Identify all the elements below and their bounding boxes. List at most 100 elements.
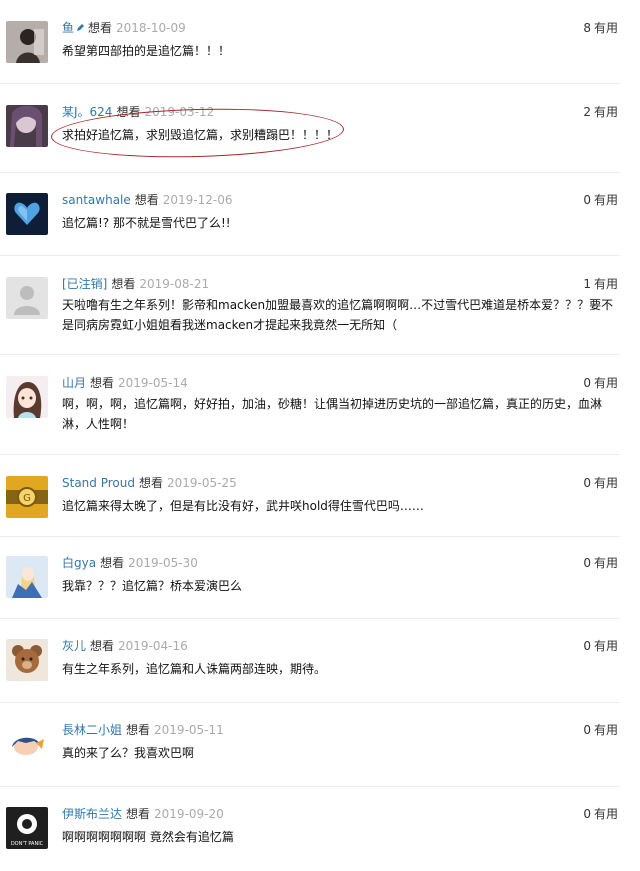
comment-text: 啊，啊，啊，追忆篇啊，好好拍，加油，砂糖！让偶当初掉进历史坑的一部追忆篇，真正的… xyxy=(62,397,603,431)
useful-vote-button[interactable]: 有用 xyxy=(594,376,618,390)
useful-votes: 0 有用 xyxy=(583,723,618,737)
comment-time: 2019-05-11 xyxy=(154,723,224,737)
divider xyxy=(0,354,620,355)
rating-status: 想看 xyxy=(126,807,151,821)
comment-text: 希望第四部拍的是追忆篇！！！ xyxy=(62,44,231,58)
useful-vote-button[interactable]: 有用 xyxy=(594,105,618,119)
comment-item: santawhale 想看 2019-12-06 0 有用 追忆篇!? 那不就是雪代巴… xyxy=(0,193,640,255)
divider xyxy=(0,786,620,787)
username-link[interactable]: 白gya xyxy=(62,556,96,570)
username-link[interactable]: Stand Proud xyxy=(62,476,135,490)
divider xyxy=(0,454,620,455)
useful-vote-button[interactable]: 有用 xyxy=(594,476,618,490)
vote-count: 0 xyxy=(583,376,591,390)
comment-time: 2018-10-09 xyxy=(116,21,186,35)
comment-meta: 某J。624 想看 2019-03-12 xyxy=(62,105,214,119)
comment-item: 鱼想看 2018-10-09 8 有用 希望第四部拍的是追忆篇！！！ xyxy=(0,21,640,83)
avatar[interactable] xyxy=(6,21,48,63)
useful-vote-button[interactable]: 有用 xyxy=(594,807,618,821)
divider xyxy=(0,255,620,256)
avatar[interactable]: G xyxy=(6,476,48,518)
comment-item: 白gya 想看 2019-05-30 0 有用 我靠？？？追忆篇？桥本爱演巴么 xyxy=(0,556,640,618)
useful-votes: 1 有用 xyxy=(583,277,618,291)
username-link[interactable]: 長林二小姐 xyxy=(62,723,122,737)
rating-status: 想看 xyxy=(90,639,115,653)
useful-vote-button[interactable]: 有用 xyxy=(594,639,618,653)
comment-meta: 長林二小姐 想看 2019-05-11 xyxy=(62,723,224,737)
comment-time: 2019-03-12 xyxy=(144,105,215,119)
divider xyxy=(0,83,620,84)
rating-status: 想看 xyxy=(111,277,136,291)
avatar[interactable]: DON'T PANIC xyxy=(6,807,48,849)
useful-vote-button[interactable]: 有用 xyxy=(594,723,618,737)
useful-vote-button[interactable]: 有用 xyxy=(594,21,618,35)
vote-count: 8 xyxy=(583,21,591,35)
comment-time: 2019-05-30 xyxy=(128,556,198,570)
comment-list: 鱼想看 2018-10-09 8 有用 希望第四部拍的是追忆篇！！！ 某J。624 想… xyxy=(0,0,640,871)
comment-text: 我靠？？？追忆篇？桥本爱演巴么 xyxy=(62,579,243,593)
rating-status: 想看 xyxy=(126,723,151,737)
useful-votes: 0 有用 xyxy=(583,556,618,570)
avatar[interactable] xyxy=(6,277,48,319)
comment-meta: 山月 想看 2019-05-14 xyxy=(62,376,188,390)
avatar[interactable] xyxy=(6,639,48,681)
divider xyxy=(0,618,620,619)
comment-meta: 灰儿 想看 2019-04-16 xyxy=(62,639,188,653)
username-link[interactable]: 伊斯布兰达 xyxy=(62,807,122,821)
vote-count: 0 xyxy=(583,723,591,737)
comment-time: 2019-05-25 xyxy=(167,476,237,490)
rating-status: 想看 xyxy=(88,21,113,35)
rating-status: 想看 xyxy=(90,376,115,390)
avatar-caption: DON'T PANIC xyxy=(11,841,44,847)
comment-time: 2019-08-21 xyxy=(139,277,210,291)
useful-vote-button[interactable]: 有用 xyxy=(594,277,618,291)
username-link[interactable]: 某J。624 xyxy=(62,105,112,119)
comment-item: 山月 想看 2019-05-14 0 有用 啊，啊，啊，追忆篇啊，好好拍，加油，砂糖！… xyxy=(0,376,640,458)
avatar[interactable] xyxy=(6,105,48,147)
divider xyxy=(0,172,620,173)
comment-text: 天啦噜有生之年系列！影帝和macken加盟最喜欢的追忆篇啊啊啊…不过雪代巴难道是… xyxy=(62,298,614,332)
comment-text: 追忆篇来得太晚了，但是有比没有好，武井咲hold得住雪代巴吗…… xyxy=(62,499,424,513)
rating-status: 想看 xyxy=(138,476,163,490)
rating-status: 想看 xyxy=(116,105,141,119)
comment-meta: santawhale 想看 2019-12-06 xyxy=(62,193,233,207)
comment-text: 追忆篇!? 那不就是雪代巴了么!! xyxy=(62,216,231,230)
useful-votes: 0 有用 xyxy=(583,476,618,490)
comment-item: 長林二小姐 想看 2019-05-11 0 有用 真的来了么？我喜欢巴啊 xyxy=(0,723,640,785)
useful-vote-button[interactable]: 有用 xyxy=(594,556,618,570)
comment-text: 啊啊啊啊啊啊啊 竟然会有追忆篇 xyxy=(62,830,234,844)
avatar[interactable] xyxy=(6,376,48,418)
comment-time: 2019-05-14 xyxy=(118,376,188,390)
comment-meta: Stand Proud 想看 2019-05-25 xyxy=(62,476,237,490)
vote-count: 1 xyxy=(583,277,591,291)
comment-text: 求拍好追忆篇，求别毁追忆篇，求别糟蹋巴！！！！ xyxy=(62,128,339,142)
vote-count: 2 xyxy=(583,105,591,119)
comment-meta: 伊斯布兰达 想看 2019-09-20 xyxy=(62,807,224,821)
useful-vote-button[interactable]: 有用 xyxy=(594,193,618,207)
comment-meta: 鱼想看 2018-10-09 xyxy=(62,21,186,35)
comment-item: 灰儿 想看 2019-04-16 0 有用 有生之年系列，追忆篇和人诛篇两部连映，期待… xyxy=(0,639,640,701)
username-link[interactable]: 山月 xyxy=(62,376,86,390)
comment-item: G Stand Proud 想看 2019-05-25 0 有用 追忆篇来得太晚了，但… xyxy=(0,476,640,538)
useful-votes: 0 有用 xyxy=(583,639,618,653)
username-link[interactable]: 灰儿 xyxy=(62,639,86,653)
divider xyxy=(0,536,620,537)
avatar[interactable] xyxy=(6,556,48,598)
avatar[interactable] xyxy=(6,193,48,235)
comment-item: 某J。624 想看 2019-03-12 2 有用 求拍好追忆篇，求别毁追忆篇，求别糟… xyxy=(0,105,640,167)
comment-time: 2019-12-06 xyxy=(162,193,233,207)
vote-count: 0 xyxy=(583,556,591,570)
username-link[interactable]: 鱼 xyxy=(62,21,74,35)
vote-count: 0 xyxy=(583,639,591,653)
rating-status: 想看 xyxy=(100,556,125,570)
comment-text: 真的来了么？我喜欢巴啊 xyxy=(62,746,195,760)
comment-meta: [已注销] 想看 2019-08-21 xyxy=(62,277,209,291)
comment-text: 有生之年系列，追忆篇和人诛篇两部连映，期待。 xyxy=(62,662,327,676)
useful-votes: 2 有用 xyxy=(583,105,618,119)
username-link[interactable]: santawhale xyxy=(62,193,131,207)
username-link[interactable]: [已注销] xyxy=(62,277,107,291)
useful-votes: 0 有用 xyxy=(583,376,618,390)
avatar[interactable] xyxy=(6,723,48,765)
useful-votes: 0 有用 xyxy=(583,807,618,821)
comment-meta: 白gya 想看 2019-05-30 xyxy=(62,556,198,570)
